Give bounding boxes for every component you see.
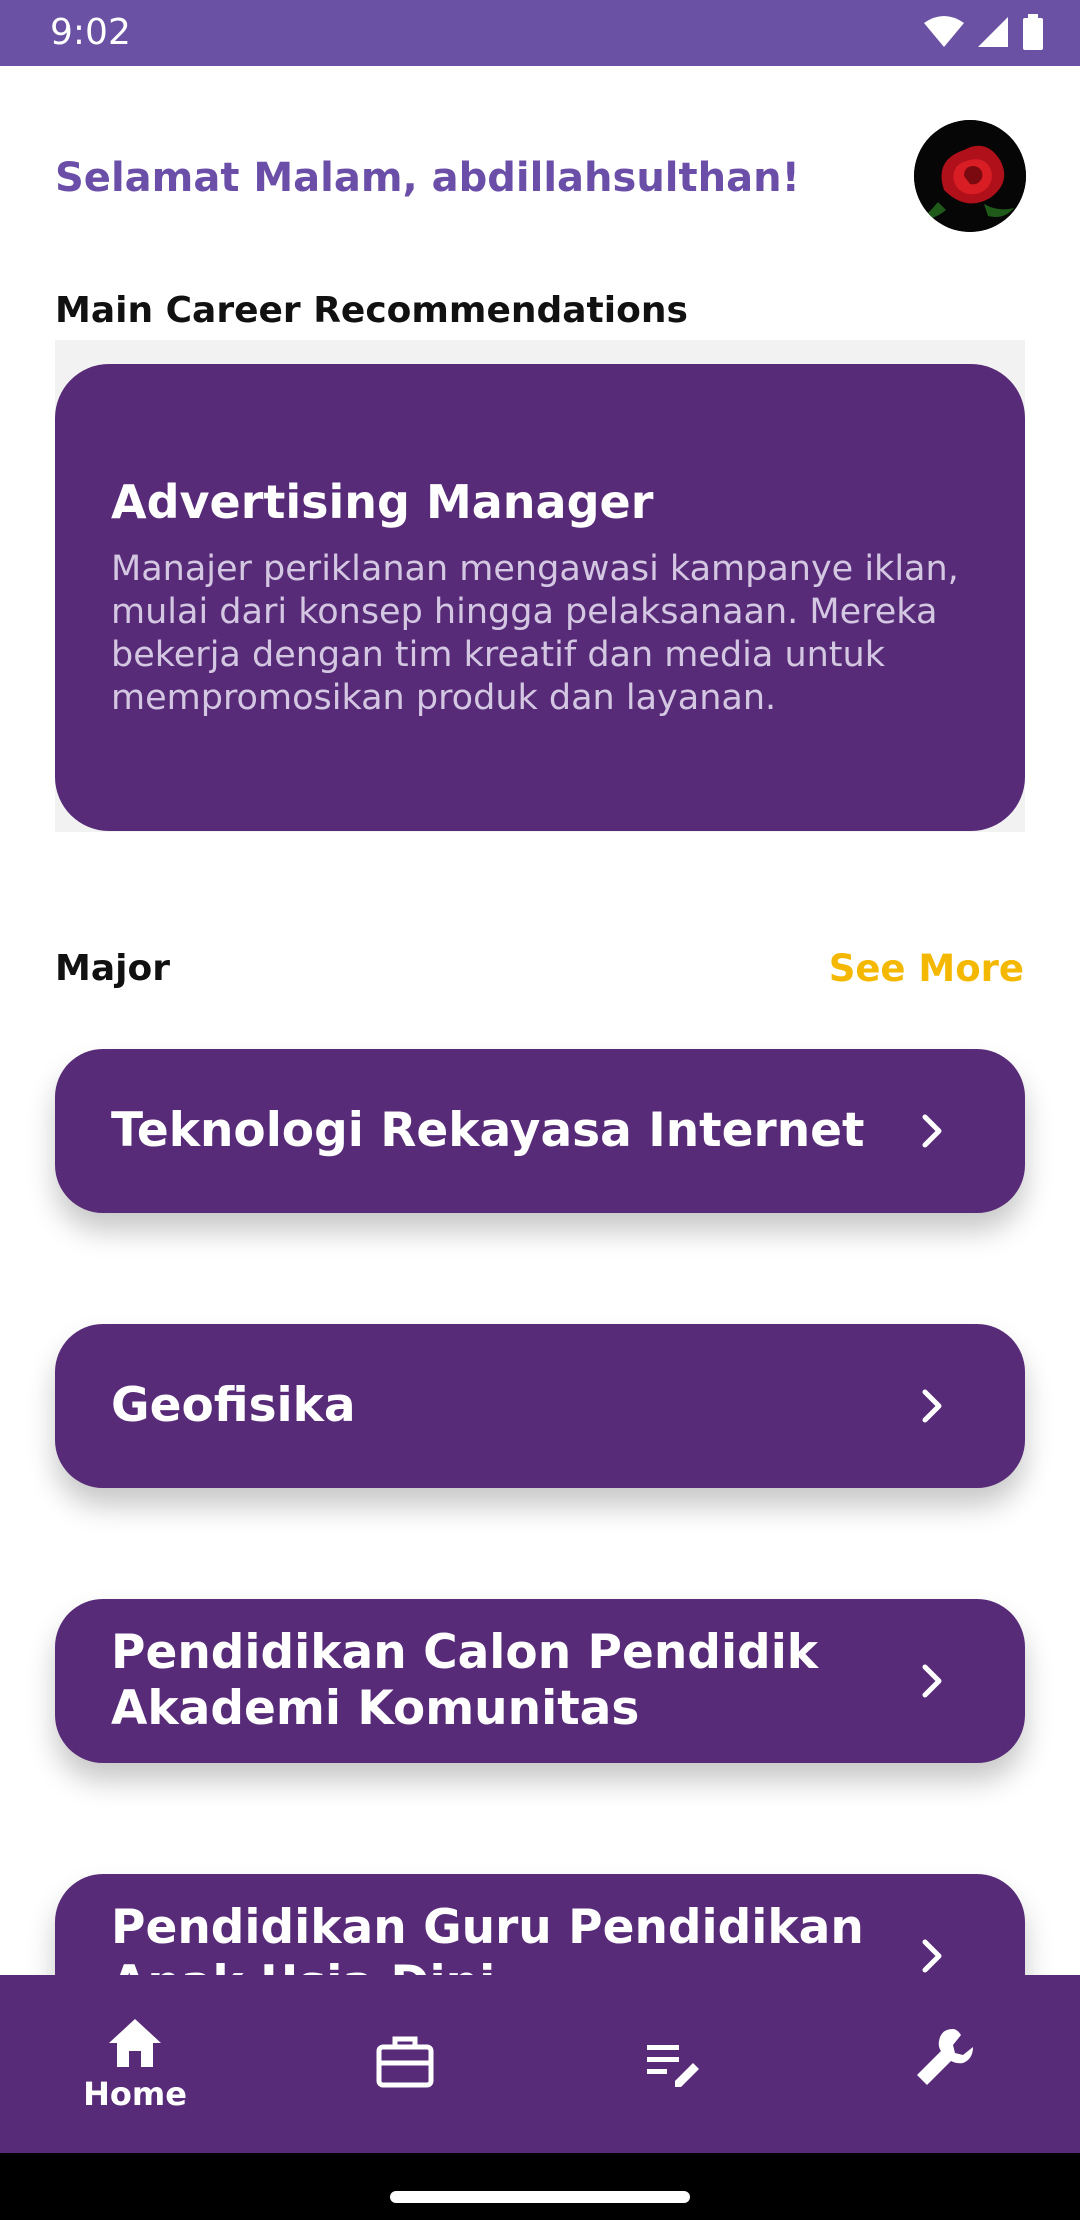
major-item[interactable]: Pendidikan Guru Pendidikan Anak Usia Din… bbox=[55, 1874, 1025, 1975]
home-icon bbox=[109, 2019, 161, 2067]
major-list[interactable]: Teknologi Rekayasa Internet Geofisika Pe… bbox=[0, 0, 1080, 1975]
major-item[interactable]: Teknologi Rekayasa Internet bbox=[55, 1049, 1025, 1213]
major-item[interactable]: Geofisika bbox=[55, 1324, 1025, 1488]
briefcase-icon bbox=[376, 2036, 434, 2088]
nav-item-home[interactable]: Home bbox=[0, 1975, 270, 2153]
major-item-label: Pendidikan Guru Pendidikan Anak Usia Din… bbox=[111, 1900, 864, 1975]
chevron-right-icon bbox=[922, 1114, 942, 1148]
nav-item-test[interactable] bbox=[540, 1975, 810, 2153]
chevron-right-icon bbox=[922, 1939, 942, 1973]
nav-item-career[interactable] bbox=[270, 1975, 540, 2153]
edit-list-icon bbox=[647, 2045, 699, 2087]
major-item-label: Teknologi Rekayasa Internet bbox=[111, 1103, 865, 1158]
major-item-label: Pendidikan Calon Pendidik Akademi Komuni… bbox=[111, 1625, 819, 1736]
bottom-navigation: Home bbox=[0, 1975, 1080, 2153]
chevron-right-icon bbox=[922, 1389, 942, 1423]
major-item-label: Geofisika bbox=[111, 1378, 356, 1433]
wrench-icon bbox=[917, 2029, 973, 2085]
nav-item-tools[interactable] bbox=[810, 1975, 1080, 2153]
home-gesture-bar[interactable] bbox=[390, 2191, 690, 2203]
chevron-right-icon bbox=[922, 1664, 942, 1698]
system-navigation-bar bbox=[0, 2153, 1080, 2220]
major-item[interactable]: Pendidikan Calon Pendidik Akademi Komuni… bbox=[55, 1599, 1025, 1763]
nav-item-home-label: Home bbox=[83, 2075, 187, 2113]
